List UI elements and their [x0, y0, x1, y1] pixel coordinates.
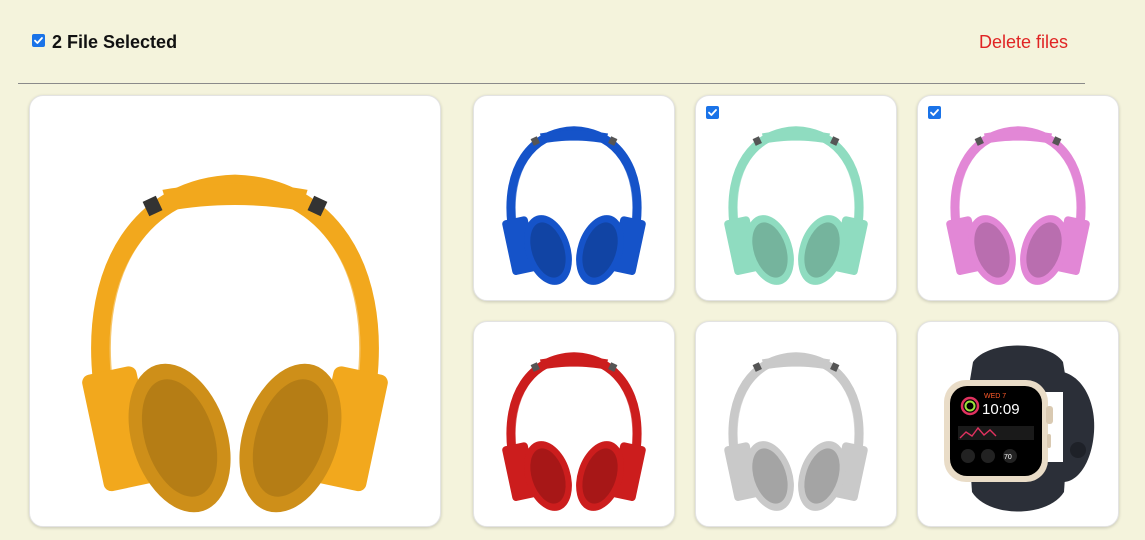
- watch-time-text: 10:09: [982, 401, 1020, 418]
- headphones-image: [82, 174, 388, 513]
- watch-complication-text: 70: [1004, 454, 1012, 461]
- gallery-tile[interactable]: [695, 95, 897, 301]
- gallery-tile[interactable]: [473, 321, 675, 527]
- headphones-image: [946, 126, 1090, 285]
- delete-files-button[interactable]: Delete files: [979, 32, 1068, 53]
- selection-toolbar: 2 File Selected Delete files: [32, 30, 1082, 56]
- gallery-tile[interactable]: [695, 321, 897, 527]
- gallery-tile[interactable]: [917, 95, 1119, 301]
- divider: [18, 83, 1085, 84]
- headphones-image: [502, 126, 646, 285]
- tile-checkbox[interactable]: [928, 106, 941, 119]
- gallery-tile[interactable]: [473, 95, 675, 301]
- headphones-image: [724, 126, 868, 285]
- headphones-image: [724, 352, 868, 511]
- featured-image-card[interactable]: [29, 95, 441, 527]
- watch-date-text: WED 7: [984, 393, 1006, 400]
- gallery-tile[interactable]: WED 7 10:09 70: [917, 321, 1119, 527]
- tile-checkbox[interactable]: [706, 106, 719, 119]
- selected-count-label: 2 File Selected: [52, 32, 178, 52]
- smartwatch-image: WED 7 10:09 70: [944, 345, 1095, 512]
- select-all-checkbox[interactable]: [32, 34, 45, 47]
- headphones-image: [502, 352, 646, 511]
